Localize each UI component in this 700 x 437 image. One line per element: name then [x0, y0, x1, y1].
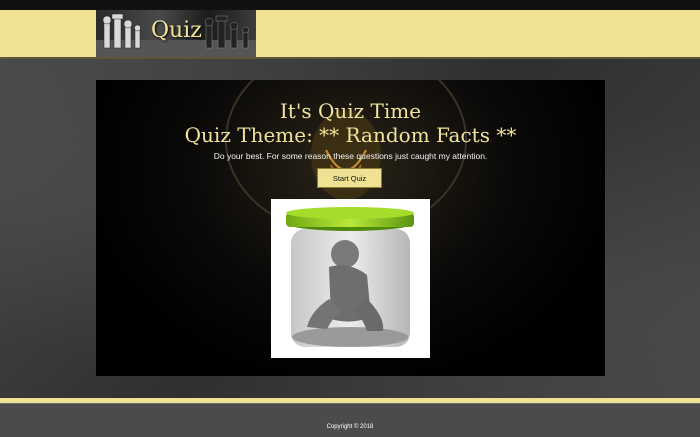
start-quiz-button[interactable]: Start Quiz	[317, 168, 382, 188]
copyright-text: Copyright © 2018	[326, 424, 374, 430]
quiz-theme-heading: Quiz Theme: ** Random Facts **	[184, 123, 517, 147]
figure-in-jar-icon	[286, 207, 414, 347]
site-logo[interactable]: Quiz	[96, 10, 256, 57]
quiz-description: Do your best. For some reason these ques…	[213, 151, 488, 161]
page-title: It's Quiz Time	[279, 99, 422, 123]
quiz-intro-panel: It's Quiz Time Quiz Theme: ** Random Fac…	[96, 80, 605, 376]
site-header: Quiz	[0, 10, 700, 59]
logo-text: Quiz	[151, 18, 202, 43]
site-footer: Copyright © 2018	[0, 403, 700, 437]
top-strip	[0, 0, 700, 10]
quiz-illustration	[271, 199, 430, 358]
